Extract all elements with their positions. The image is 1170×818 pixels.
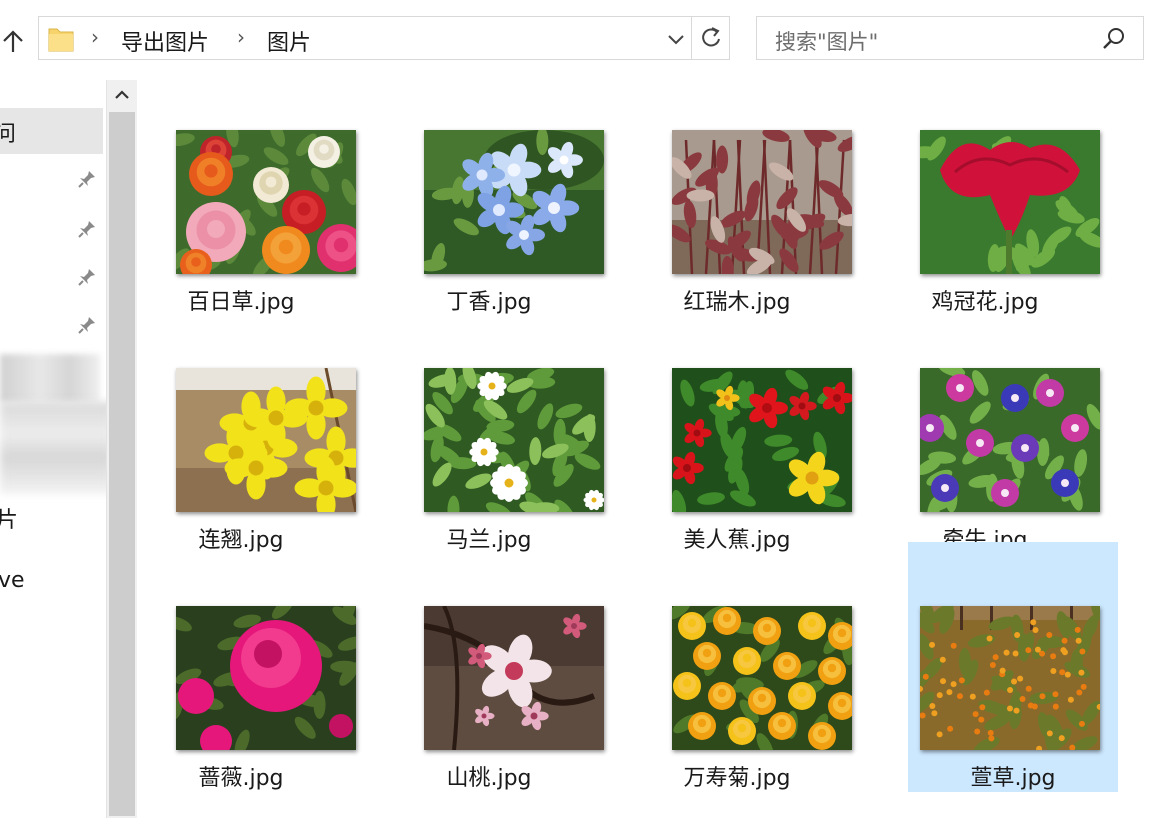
daisy-image	[424, 368, 604, 512]
celosia-image	[920, 130, 1100, 274]
file-name[interactable]: 美人蕉.jpg	[632, 522, 842, 554]
scroll-thumb[interactable]	[109, 112, 135, 816]
file-name[interactable]: 红瑞木.jpg	[632, 284, 842, 316]
file-name[interactable]: 蔷薇.jpg	[136, 760, 346, 792]
search-box[interactable]: 搜索"图片"	[756, 16, 1144, 60]
file-item[interactable]: 万寿菊.jpg	[632, 556, 852, 792]
file-item[interactable]: 牵牛.jpg	[880, 318, 1100, 554]
morning-glory-image	[920, 368, 1100, 512]
pin-icon[interactable]	[76, 168, 98, 190]
rose-image	[176, 606, 356, 750]
nav-item-selected[interactable]: 问	[0, 108, 103, 154]
pin-icon[interactable]	[76, 266, 98, 288]
file-thumbnail[interactable]	[424, 606, 604, 750]
file-thumbnail[interactable]	[176, 368, 356, 512]
pin-icon[interactable]	[76, 314, 98, 336]
file-thumbnail[interactable]	[672, 606, 852, 750]
pin-icon[interactable]	[76, 218, 98, 240]
file-thumbnail[interactable]	[672, 130, 852, 274]
file-thumbnail[interactable]	[176, 130, 356, 274]
file-name[interactable]: 萱草.jpg	[908, 760, 1118, 792]
dogwood-image	[672, 130, 852, 274]
blurred-nav-item	[0, 402, 112, 494]
address-dropdown-button[interactable]	[661, 17, 691, 59]
chevron-right-icon: ›	[237, 25, 245, 49]
marigold-image	[672, 606, 852, 750]
nav-item-pictures[interactable]: 片	[0, 502, 18, 534]
address-bar[interactable]: › 导出图片 › 图片	[38, 16, 730, 60]
file-thumbnail[interactable]	[424, 368, 604, 512]
search-icon[interactable]	[1101, 26, 1127, 52]
scroll-up-button[interactable]	[107, 80, 137, 110]
file-grid: 百日草.jpg 丁香.jpg 红瑞木.jpg 鸡冠花.jpg 连翘.jpg 马兰…	[136, 80, 1170, 818]
zinnia-image	[176, 130, 356, 274]
breadcrumb-item-pictures[interactable]: 图片	[267, 25, 311, 57]
forsythia-image	[176, 368, 356, 512]
file-thumbnail[interactable]	[920, 368, 1100, 512]
file-name[interactable]: 连翘.jpg	[136, 522, 346, 554]
canna-image	[672, 368, 852, 512]
toolbar: › 导出图片 › 图片 搜索"图片"	[0, 0, 1170, 80]
file-name[interactable]: 百日草.jpg	[136, 284, 346, 316]
blurred-nav-item	[0, 354, 100, 402]
file-item[interactable]: 美人蕉.jpg	[632, 318, 852, 554]
file-item[interactable]: 百日草.jpg	[136, 80, 356, 316]
daylily-image	[920, 606, 1100, 750]
up-arrow-icon	[3, 30, 23, 52]
file-item[interactable]: 鸡冠花.jpg	[880, 80, 1100, 316]
file-name[interactable]: 万寿菊.jpg	[632, 760, 842, 792]
file-thumbnail[interactable]	[920, 130, 1100, 274]
file-item[interactable]: 连翘.jpg	[136, 318, 356, 554]
peach-blossom-image	[424, 606, 604, 750]
refresh-icon	[702, 27, 720, 47]
chevron-right-icon: ›	[91, 25, 99, 49]
file-name[interactable]: 丁香.jpg	[384, 284, 594, 316]
file-name[interactable]: 山桃.jpg	[384, 760, 594, 792]
search-input[interactable]: 搜索"图片"	[775, 26, 878, 56]
file-item[interactable]: 蔷薇.jpg	[136, 556, 356, 792]
file-name[interactable]: 马兰.jpg	[384, 522, 594, 554]
file-thumbnail[interactable]	[176, 606, 356, 750]
file-thumbnail[interactable]	[672, 368, 852, 512]
nav-item-onedrive[interactable]: ve	[0, 568, 25, 593]
file-item[interactable]: 马兰.jpg	[384, 318, 604, 554]
navigation-pane: 问 片 ve	[0, 80, 112, 818]
nav-item-label: 问	[0, 122, 17, 147]
chevron-down-icon	[668, 35, 684, 45]
file-thumbnail[interactable]	[424, 130, 604, 274]
file-item[interactable]: 丁香.jpg	[384, 80, 604, 316]
chevron-up-icon	[115, 90, 129, 99]
file-item[interactable]: 山桃.jpg	[384, 556, 604, 792]
nav-scrollbar[interactable]	[106, 80, 137, 818]
file-item[interactable]: 红瑞木.jpg	[632, 80, 852, 316]
breadcrumb-item-export[interactable]: 导出图片	[121, 25, 209, 57]
up-arrow-button[interactable]	[0, 22, 28, 58]
file-thumbnail[interactable]	[920, 606, 1100, 750]
lilac-image	[424, 130, 604, 274]
refresh-button[interactable]	[691, 17, 730, 59]
folder-icon	[48, 28, 74, 52]
file-item[interactable]: 萱草.jpg	[908, 542, 1118, 792]
file-name[interactable]: 鸡冠花.jpg	[880, 284, 1090, 316]
